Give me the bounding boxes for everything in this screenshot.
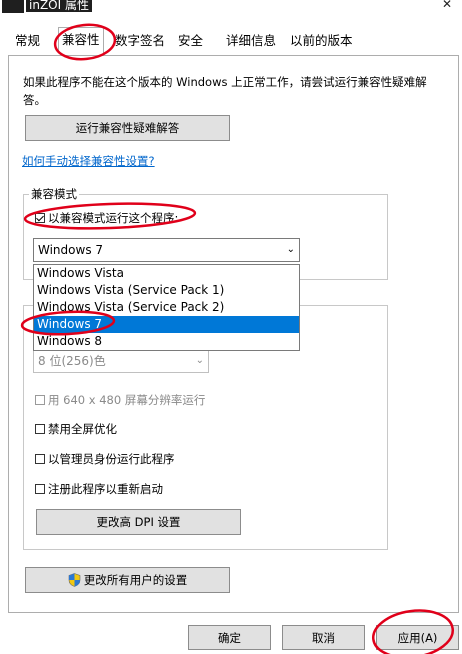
cancel-button[interactable]: 取消 bbox=[282, 625, 365, 650]
os-option-vista[interactable]: Windows Vista bbox=[34, 265, 299, 282]
app-icon bbox=[2, 0, 24, 13]
tab-strip: 常规 兼容性 数字签名 安全 详细信息 以前的版本 bbox=[0, 27, 462, 54]
compat-description: 如果此程序不能在这个版本的 Windows 上正常工作，请尝试运行兼容性疑难解答… bbox=[23, 75, 427, 107]
apply-button[interactable]: 应用(A) bbox=[376, 625, 459, 650]
compat-mode-group-label: 兼容模式 bbox=[29, 186, 79, 202]
title-bar: inZOI 属性 ✕ bbox=[0, 0, 462, 14]
ok-button[interactable]: 确定 bbox=[188, 625, 271, 650]
os-version-dropdown-list: Windows Vista Windows Vista (Service Pac… bbox=[33, 264, 300, 351]
tab-compatibility[interactable]: 兼容性 bbox=[58, 27, 104, 53]
os-option-vista-sp1[interactable]: Windows Vista (Service Pack 1) bbox=[34, 282, 299, 299]
compat-mode-checkbox-row[interactable]: 以兼容模式运行这个程序: bbox=[35, 210, 178, 226]
manual-settings-link[interactable]: 如何手动选择兼容性设置? bbox=[22, 153, 155, 169]
tab-security[interactable]: 安全 bbox=[178, 30, 203, 52]
fullscreen-checkbox[interactable] bbox=[35, 424, 45, 434]
troubleshooter-button[interactable]: 运行兼容性疑难解答 bbox=[25, 115, 230, 141]
all-users-button-label: 更改所有用户的设置 bbox=[83, 573, 188, 587]
window-title: inZOI 属性 bbox=[26, 0, 92, 12]
admin-checkbox-row[interactable]: 以管理员身份运行此程序 bbox=[35, 451, 175, 467]
restart-checkbox-row[interactable]: 注册此程序以重新启动 bbox=[35, 481, 163, 497]
fullscreen-checkbox-label: 禁用全屏优化 bbox=[48, 422, 117, 436]
color-mode-select-value: 8 位(256)色 bbox=[38, 354, 106, 368]
restart-checkbox[interactable] bbox=[35, 484, 45, 494]
close-icon[interactable]: ✕ bbox=[442, 0, 452, 11]
admin-checkbox[interactable] bbox=[35, 454, 45, 464]
chevron-down-icon: ⌄ bbox=[195, 355, 204, 366]
all-users-button[interactable]: 更改所有用户的设置 bbox=[25, 567, 230, 593]
admin-checkbox-label: 以管理员身份运行此程序 bbox=[48, 452, 175, 466]
chevron-down-icon: ⌄ bbox=[286, 244, 295, 255]
resolution-checkbox-row[interactable]: 用 640 x 480 屏幕分辨率运行 bbox=[35, 392, 205, 408]
os-option-windows7[interactable]: Windows 7 bbox=[34, 316, 299, 333]
resolution-checkbox-label: 用 640 x 480 屏幕分辨率运行 bbox=[48, 393, 206, 407]
compat-mode-checkbox-label: 以兼容模式运行这个程序: bbox=[48, 211, 179, 225]
compat-mode-checkbox[interactable] bbox=[35, 213, 45, 223]
tab-previous-versions[interactable]: 以前的版本 bbox=[290, 30, 353, 52]
tab-details[interactable]: 详细信息 bbox=[226, 30, 276, 52]
high-dpi-button[interactable]: 更改高 DPI 设置 bbox=[36, 509, 241, 535]
color-mode-select[interactable]: 8 位(256)色 ⌄ bbox=[33, 349, 209, 373]
resolution-checkbox[interactable] bbox=[35, 395, 45, 405]
os-version-select[interactable]: Windows 7 ⌄ bbox=[33, 238, 300, 262]
fullscreen-checkbox-row[interactable]: 禁用全屏优化 bbox=[35, 421, 117, 437]
os-option-vista-sp2[interactable]: Windows Vista (Service Pack 2) bbox=[34, 299, 299, 316]
os-version-select-value: Windows 7 bbox=[38, 243, 104, 257]
tab-digital-signatures[interactable]: 数字签名 bbox=[115, 30, 165, 52]
restart-checkbox-label: 注册此程序以重新启动 bbox=[48, 482, 163, 496]
tab-general[interactable]: 常规 bbox=[15, 30, 40, 52]
uac-shield-icon bbox=[68, 573, 81, 587]
os-option-windows8[interactable]: Windows 8 bbox=[34, 333, 299, 350]
